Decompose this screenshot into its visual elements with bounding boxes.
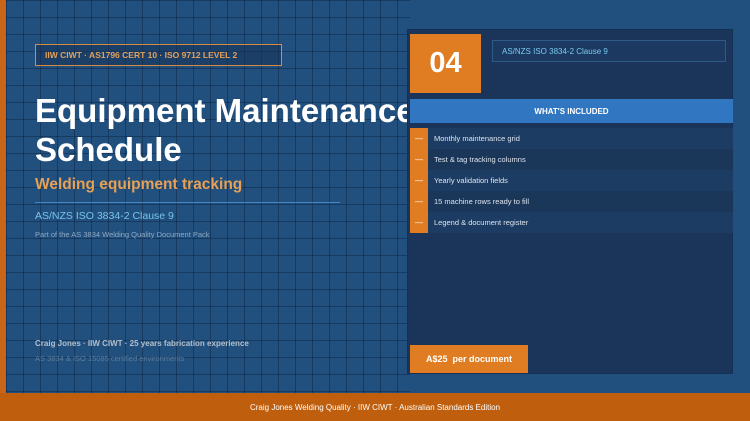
price-tag: A$25 per document [410, 345, 528, 373]
title-divider [35, 202, 340, 203]
included-item-label: Test & tag tracking columns [434, 155, 526, 164]
dash-icon: — [410, 191, 428, 212]
dash-icon: — [410, 128, 428, 149]
included-item-label: Legend & document register [434, 218, 529, 227]
environments-note: AS 3834 & ISO 15085 certified environmen… [35, 354, 185, 363]
page-title: Equipment Maintenance Schedule [35, 92, 415, 168]
included-item: — Yearly validation fields [410, 170, 733, 191]
document-number: 04 [410, 34, 481, 93]
included-item: — Monthly maintenance grid [410, 128, 733, 149]
certification-badge: IIW CIWT · AS1796 CERT 10 · ISO 9712 LEV… [35, 44, 282, 66]
included-item-label: 15 machine rows ready to fill [434, 197, 530, 206]
pack-note: Part of the AS 3834 Welding Quality Docu… [35, 230, 210, 239]
footer-bar: Craig Jones Welding Quality · IIW CIWT ·… [0, 393, 750, 421]
page-subtitle: Welding equipment tracking [35, 176, 243, 193]
included-item-label: Yearly validation fields [434, 176, 508, 185]
included-item-label: Monthly maintenance grid [434, 134, 520, 143]
dash-icon: — [410, 212, 428, 233]
clause-reference: AS/NZS ISO 3834-2 Clause 9 [492, 40, 726, 62]
included-item: — 15 machine rows ready to fill [410, 191, 733, 212]
author-line: Craig Jones · IIW CIWT · 25 years fabric… [35, 339, 249, 348]
dash-icon: — [410, 149, 428, 170]
standard-reference: AS/NZS ISO 3834-2 Clause 9 [35, 210, 174, 222]
included-header: WHAT'S INCLUDED [410, 99, 733, 123]
included-item: — Test & tag tracking columns [410, 149, 733, 170]
included-item: — Legend & document register [410, 212, 733, 233]
dash-icon: — [410, 170, 428, 191]
